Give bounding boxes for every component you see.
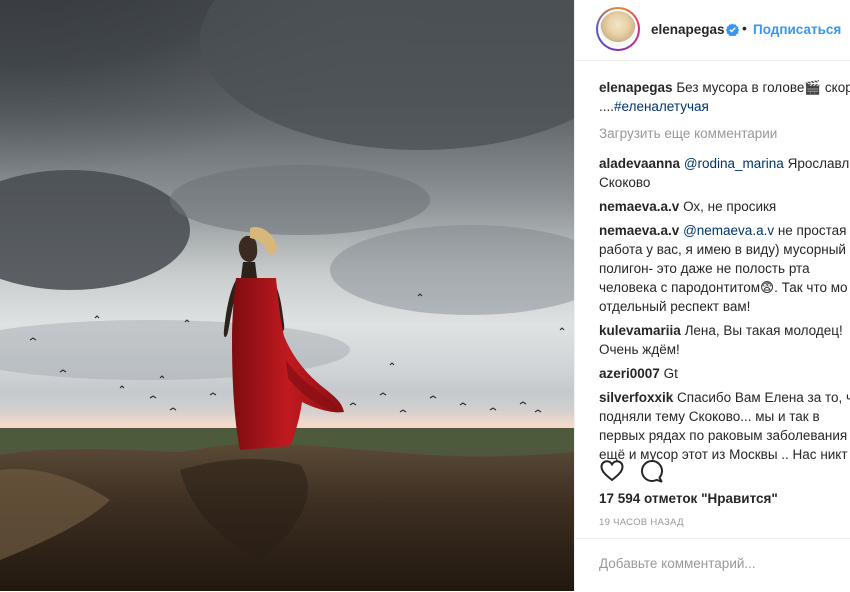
comment: nemaeva.a.v @nemaeva.a.v не простая рабо…	[599, 221, 850, 316]
heart-icon[interactable]	[599, 458, 625, 484]
separator-dot: •	[742, 20, 747, 36]
comment-text: не простая	[774, 223, 847, 238]
load-more-comments-button[interactable]: Загрузить еще комментарии	[599, 124, 850, 143]
comment-username[interactable]: nemaeva.a.v	[599, 223, 679, 238]
comment-icon[interactable]	[639, 458, 665, 484]
comment: aladevaanna @rodina_marina Ярославль Ско…	[599, 154, 850, 192]
comment-text: полигон- это даже не полость рта	[599, 261, 810, 276]
post-username[interactable]: elenapegas	[651, 22, 725, 37]
post-photo[interactable]	[0, 0, 574, 591]
cloud	[170, 165, 430, 235]
caption: elenapegas Без мусора в голове🎬 скор ...…	[599, 78, 850, 116]
mention-link[interactable]: @nemaeva.a.v	[683, 223, 774, 238]
comment-username[interactable]: aladevaanna	[599, 156, 680, 171]
add-comment-bar: Добавьте комментарий...	[575, 538, 850, 592]
comment: nemaeva.a.v Ох, не просикя	[599, 197, 850, 216]
comment-input[interactable]: Добавьте комментарий...	[599, 556, 756, 571]
avatar-border	[598, 9, 638, 49]
comment-text: Gt	[659, 366, 678, 381]
follow-button[interactable]: Подписаться	[753, 22, 841, 37]
comment-text: Ох, не просикя	[679, 199, 777, 214]
hashtag-link[interactable]: #еленалетучая	[614, 99, 709, 114]
comments-list: elenapegas Без мусора в голове🎬 скор ...…	[599, 78, 850, 469]
comment-text: Очень ждём!	[599, 342, 680, 357]
comment-text: работа у вас, я имею в виду) мусорный	[599, 242, 846, 257]
comment-text: Скоково	[599, 175, 651, 190]
comment-username[interactable]: kulevamariia	[599, 323, 681, 338]
post-header: elenapegas • Подписаться	[575, 0, 850, 61]
avatar-image	[600, 11, 636, 47]
comment-username[interactable]: nemaeva.a.v	[599, 199, 679, 214]
comment-text: ещё и мусор этот из Москвы .. Нас никт	[599, 447, 848, 462]
likes-count[interactable]: 17 594 отметок "Нравится"	[599, 491, 778, 506]
comment-text: Ярославль	[783, 156, 850, 171]
mention-link[interactable]: @rodina_marina	[684, 156, 784, 171]
comment-text: отдельный респект вам!	[599, 299, 751, 314]
comment: azeri0007 Gt	[599, 364, 850, 383]
caption-text: Без мусора в голове🎬 скор	[676, 80, 850, 95]
comment-username[interactable]: azeri0007	[599, 366, 660, 381]
caption-prefix: ....	[599, 99, 615, 114]
comment-text: первых рядах по раковым заболевания	[599, 428, 848, 443]
comment-text: Спасибо Вам Елена за то, чт	[673, 390, 850, 405]
comment-text: подняли тему Скоково... мы и так в	[599, 409, 820, 424]
comment-username[interactable]: elenapegas	[599, 80, 673, 95]
comment: kulevamariia Лена, Вы такая молодец! Оче…	[599, 321, 850, 359]
post-sidebar: elenapegas • Подписаться elenapegas Без …	[574, 0, 850, 591]
comment-text: Лена, Вы такая молодец!	[680, 323, 843, 338]
post-timestamp[interactable]: 19 ЧАСОВ НАЗАД	[599, 517, 684, 528]
cloud	[330, 225, 574, 315]
verified-badge-icon	[726, 23, 739, 36]
photo-scene	[0, 0, 574, 591]
comment-text: человека с пародонтитом😨. Так что мо	[599, 280, 848, 295]
comment: silverfoxxik Спасибо Вам Елена за то, чт…	[599, 388, 850, 464]
comment-username[interactable]: silverfoxxik	[599, 390, 673, 405]
avatar[interactable]	[596, 7, 640, 51]
